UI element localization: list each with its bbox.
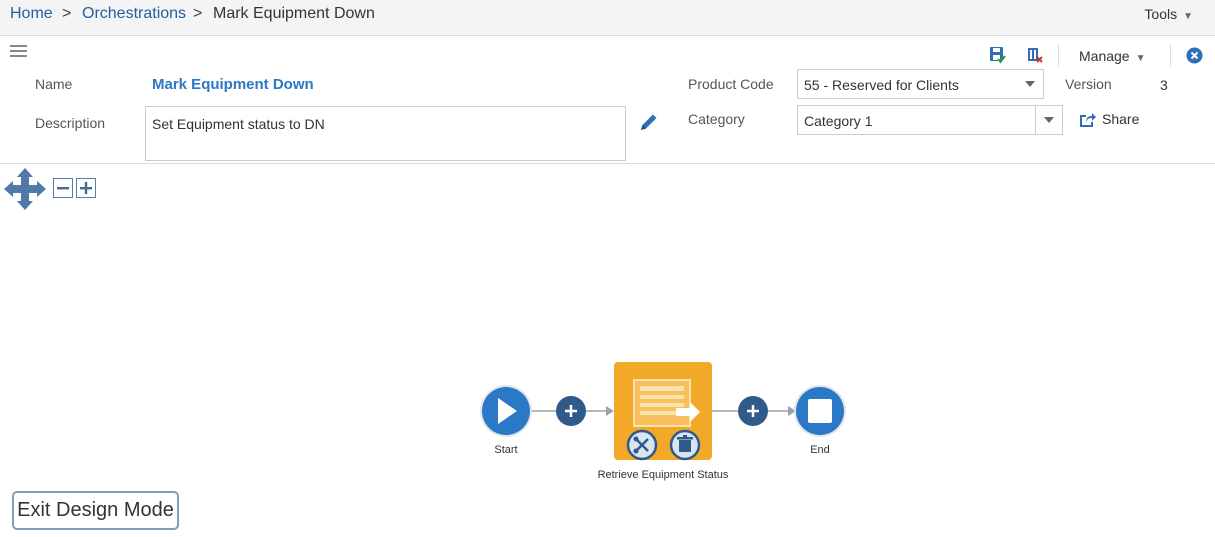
product-code-select[interactable]: 55 - Reserved for Clients [797,69,1044,99]
orchestration-name: Mark Equipment Down [152,76,314,93]
category-label: Category [688,111,745,127]
breadcrumb-orchestrations[interactable]: Orchestrations [82,5,186,23]
manage-menu[interactable]: Manage ▼ [1079,48,1146,64]
chevron-down-icon [1025,81,1035,87]
start-node[interactable] [480,385,532,437]
end-label: End [810,444,830,456]
hamburger-icon[interactable] [10,45,27,57]
step-label: Retrieve Equipment Status [597,469,729,481]
close-icon[interactable] [1186,47,1203,64]
version-value: 3 [1160,77,1168,93]
add-step-button[interactable] [738,396,768,426]
stop-icon [808,399,832,423]
zoom-in-button[interactable] [76,178,96,198]
breadcrumb-separator: > [62,5,72,22]
breadcrumb-separator: > [193,5,203,22]
category-value: Category 1 [804,113,873,129]
share-button[interactable]: Share [1079,111,1139,127]
chevron-down-icon: ▼ [1183,11,1193,22]
description-field[interactable]: Set Equipment status to DN [145,106,626,161]
name-label: Name [35,76,73,92]
arrow-head-icon [606,406,614,416]
product-code-label: Product Code [688,76,774,92]
start-label: Start [494,444,518,456]
chevron-down-icon: ▼ [1135,53,1146,64]
scissors-icon[interactable] [626,429,658,461]
zoom-out-icon [57,187,69,190]
save-icon[interactable] [988,46,1006,64]
pencil-icon[interactable] [638,111,660,133]
toolbar-divider [1058,44,1059,66]
breadcrumb-home[interactable]: Home [10,5,53,23]
description-label: Description [35,115,106,131]
manage-label: Manage [1079,48,1130,64]
zoom-out-button[interactable] [53,178,73,198]
end-node[interactable] [794,385,846,437]
share-icon [1080,112,1096,127]
category-select[interactable]: Category 1 [797,105,1063,135]
top-bar: Home > Orchestrations > Mark Equipment D… [0,0,1215,36]
add-step-button[interactable] [556,396,586,426]
tools-label: Tools [1144,6,1178,22]
exit-design-mode-button[interactable]: Exit Design Mode [12,491,179,530]
retrieve-step-node[interactable] [614,362,712,461]
product-code-value: 55 - Reserved for Clients [804,77,959,93]
version-label: Version [1065,76,1112,92]
zoom-in-icon [80,182,92,194]
table-icon [633,379,700,427]
share-label: Share [1102,111,1140,127]
toolbar-divider [1170,44,1171,66]
pan-icon[interactable] [4,168,46,210]
tools-menu[interactable]: Tools ▼ [1144,6,1193,22]
trash-icon[interactable] [669,429,701,461]
delete-icon[interactable] [1026,46,1044,64]
breadcrumb-current: Mark Equipment Down [213,5,375,22]
chevron-down-icon [1044,117,1054,123]
